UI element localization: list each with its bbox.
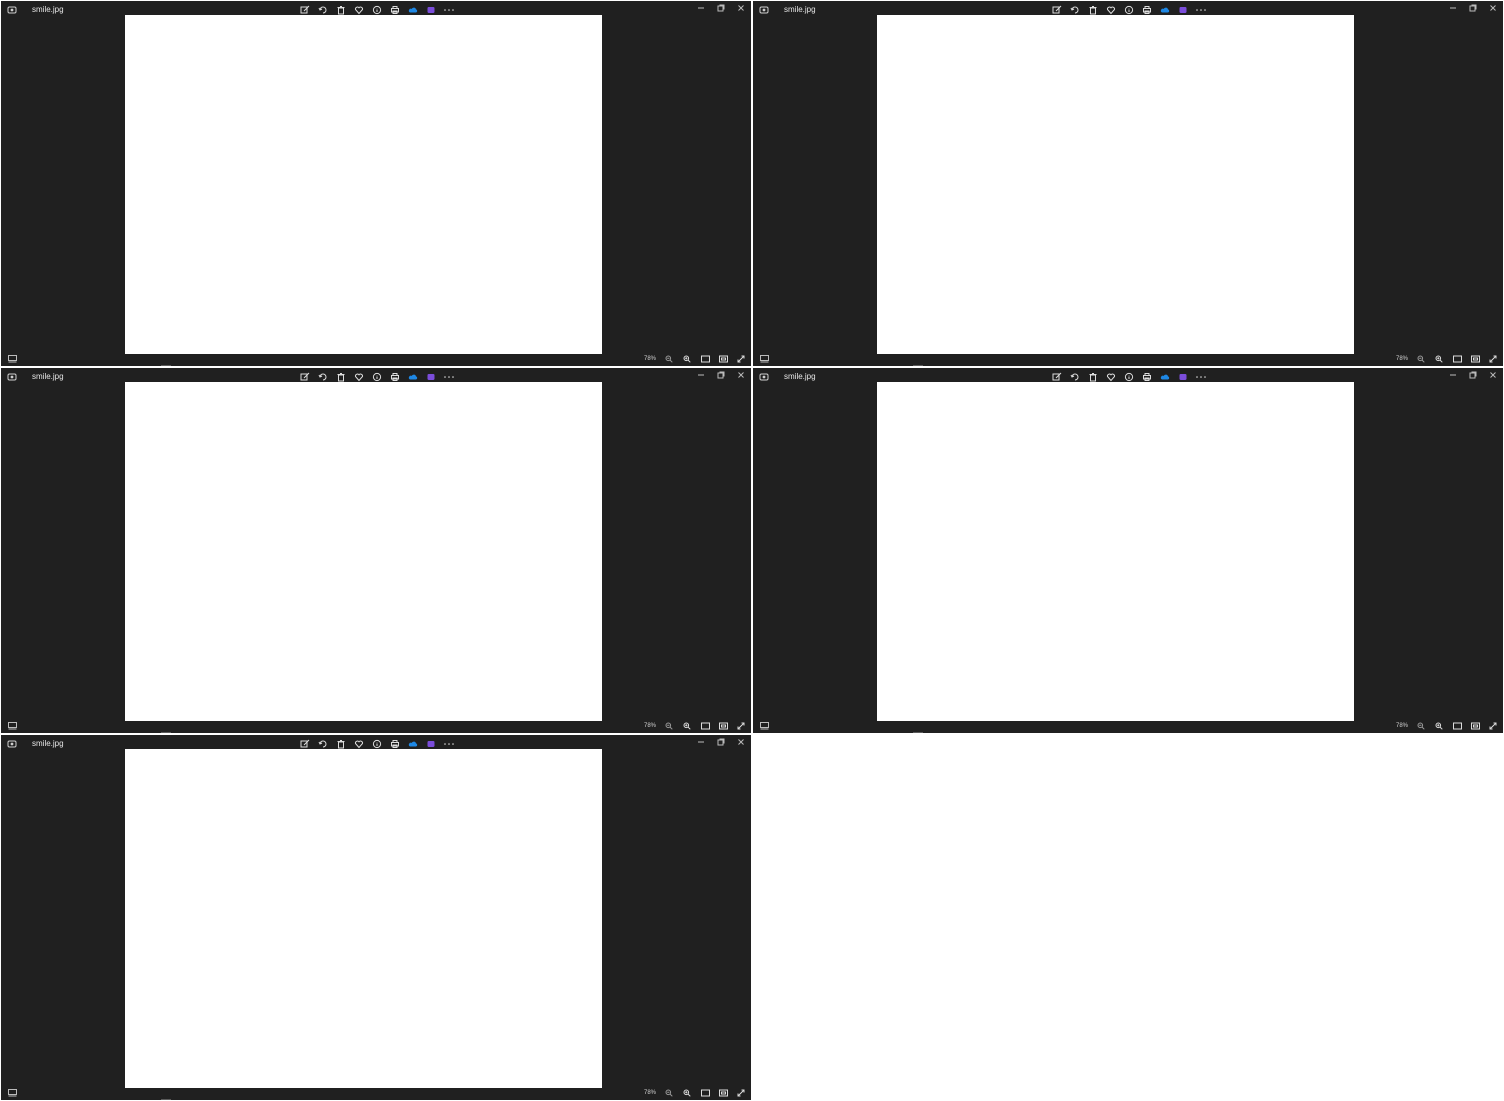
image-canvas[interactable] — [877, 15, 1354, 354]
close-icon[interactable] — [735, 2, 747, 14]
fit-window-icon[interactable] — [717, 1087, 729, 1099]
fullscreen-icon[interactable] — [735, 720, 747, 732]
filmstrip-icon[interactable] — [6, 1087, 18, 1099]
window-controls — [695, 369, 747, 381]
fullscreen-icon[interactable] — [1487, 353, 1499, 365]
zoom-in-icon[interactable] — [681, 353, 693, 365]
zoom-in-icon[interactable] — [1433, 720, 1445, 732]
photos-app-icon — [7, 739, 17, 749]
zoom-out-icon[interactable] — [663, 720, 675, 732]
status-bar: 78% — [1, 1086, 751, 1100]
file-name: smile.jpg — [784, 372, 816, 381]
zoom-controls — [663, 353, 747, 365]
status-bar: 78% — [753, 719, 1503, 733]
actual-size-icon[interactable] — [699, 1087, 711, 1099]
window-controls — [1447, 2, 1499, 14]
zoom-controls — [1415, 353, 1499, 365]
photos-window-2: smile.jpg 78% — [753, 1, 1503, 366]
filmstrip-icon[interactable] — [6, 353, 18, 365]
photos-window-1: smile.jpg 78% — [1, 1, 751, 366]
zoom-level: 78% — [643, 356, 656, 362]
status-bar: 78% — [1, 719, 751, 733]
zoom-in-icon[interactable] — [681, 1087, 693, 1099]
fit-window-icon[interactable] — [717, 353, 729, 365]
photos-app-icon — [759, 5, 769, 15]
zoom-out-icon[interactable] — [1415, 353, 1427, 365]
restore-icon[interactable] — [715, 2, 727, 14]
scroll-indicator — [913, 365, 923, 366]
filmstrip-icon[interactable] — [758, 353, 770, 365]
window-controls — [1447, 369, 1499, 381]
scroll-indicator — [161, 365, 171, 366]
photos-window-4: smile.jpg 78% — [753, 368, 1503, 733]
minimize-icon[interactable] — [695, 736, 707, 748]
photos-app-icon — [7, 5, 17, 15]
zoom-controls — [663, 720, 747, 732]
zoom-level: 78% — [643, 1090, 656, 1096]
minimize-icon[interactable] — [1447, 369, 1459, 381]
close-icon[interactable] — [1487, 2, 1499, 14]
fit-window-icon[interactable] — [1469, 720, 1481, 732]
fit-window-icon[interactable] — [1469, 353, 1481, 365]
close-icon[interactable] — [735, 369, 747, 381]
image-canvas[interactable] — [125, 382, 602, 721]
zoom-controls — [1415, 720, 1499, 732]
restore-icon[interactable] — [715, 369, 727, 381]
minimize-icon[interactable] — [695, 2, 707, 14]
actual-size-icon[interactable] — [699, 720, 711, 732]
filmstrip-icon[interactable] — [6, 720, 18, 732]
photos-app-icon — [7, 372, 17, 382]
scroll-indicator — [161, 1099, 171, 1100]
zoom-controls — [663, 1087, 747, 1099]
zoom-level: 78% — [1395, 723, 1408, 729]
zoom-level: 78% — [1395, 356, 1408, 362]
photos-window-5: smile.jpg 78% — [1, 735, 751, 1100]
zoom-in-icon[interactable] — [681, 720, 693, 732]
file-name: smile.jpg — [32, 5, 64, 14]
fullscreen-icon[interactable] — [1487, 720, 1499, 732]
file-name: smile.jpg — [32, 739, 64, 748]
status-bar: 78% — [1, 352, 751, 366]
photos-app-icon — [759, 372, 769, 382]
close-icon[interactable] — [735, 736, 747, 748]
actual-size-icon[interactable] — [1451, 720, 1463, 732]
zoom-out-icon[interactable] — [663, 1087, 675, 1099]
window-controls — [695, 736, 747, 748]
actual-size-icon[interactable] — [699, 353, 711, 365]
actual-size-icon[interactable] — [1451, 353, 1463, 365]
fit-window-icon[interactable] — [717, 720, 729, 732]
filmstrip-icon[interactable] — [758, 720, 770, 732]
zoom-in-icon[interactable] — [1433, 353, 1445, 365]
fullscreen-icon[interactable] — [735, 1087, 747, 1099]
image-canvas[interactable] — [877, 382, 1354, 721]
close-icon[interactable] — [1487, 369, 1499, 381]
scroll-indicator — [161, 732, 171, 733]
image-canvas[interactable] — [125, 15, 602, 354]
zoom-out-icon[interactable] — [1415, 720, 1427, 732]
fullscreen-icon[interactable] — [735, 353, 747, 365]
image-canvas[interactable] — [125, 749, 602, 1088]
scroll-indicator — [913, 732, 923, 733]
status-bar: 78% — [753, 352, 1503, 366]
minimize-icon[interactable] — [1447, 2, 1459, 14]
zoom-level: 78% — [643, 723, 656, 729]
restore-icon[interactable] — [1467, 369, 1479, 381]
restore-icon[interactable] — [1467, 2, 1479, 14]
zoom-out-icon[interactable] — [663, 353, 675, 365]
photos-window-3: smile.jpg 78% — [1, 368, 751, 733]
minimize-icon[interactable] — [695, 369, 707, 381]
file-name: smile.jpg — [32, 372, 64, 381]
restore-icon[interactable] — [715, 736, 727, 748]
file-name: smile.jpg — [784, 5, 816, 14]
window-controls — [695, 2, 747, 14]
